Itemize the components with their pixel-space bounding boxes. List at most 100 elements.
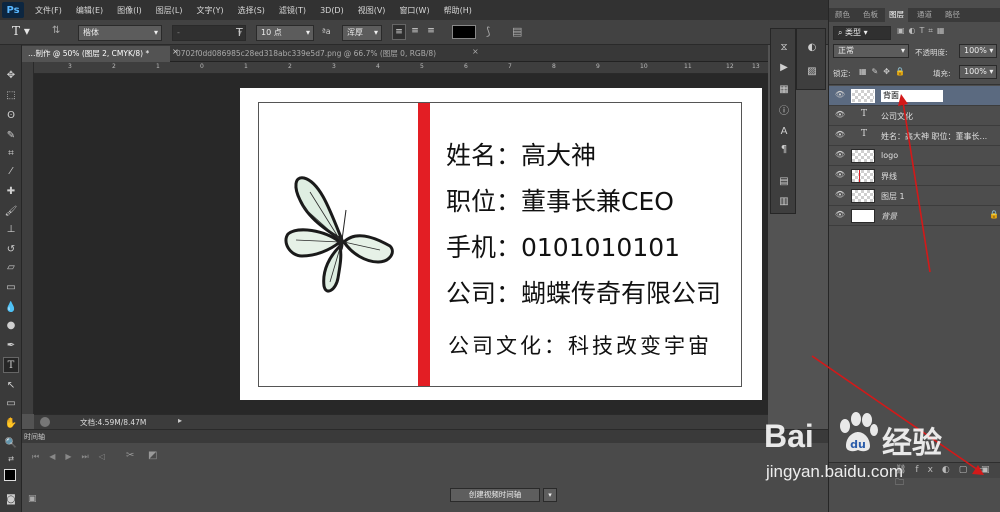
type-tool-icon[interactable]: T bbox=[3, 357, 19, 373]
transition-icon[interactable]: ◩ bbox=[148, 450, 157, 461]
timeline-dropdown-icon[interactable]: ▾ bbox=[543, 488, 557, 502]
menu-filter[interactable]: 滤镜(T) bbox=[272, 5, 313, 16]
menu-edit[interactable]: 编辑(E) bbox=[69, 5, 110, 16]
tab-channels[interactable]: 通道 bbox=[913, 8, 936, 22]
layer-row-layer1[interactable]: 👁 图层 1 bbox=[829, 186, 1000, 206]
opacity-field[interactable]: 100% ▾ bbox=[959, 44, 997, 58]
visibility-eye-icon[interactable]: 👁 bbox=[834, 90, 846, 102]
blur-tool-icon[interactable]: 💧 bbox=[3, 299, 19, 315]
type-tool-icon[interactable]: T ▾ bbox=[12, 24, 42, 40]
gradient-tool-icon[interactable]: ▭ bbox=[3, 279, 19, 295]
tool-presets-icon[interactable]: ▤ bbox=[775, 173, 793, 189]
text-color-swatch[interactable] bbox=[452, 25, 476, 39]
menu-help[interactable]: 帮助(H) bbox=[437, 5, 479, 16]
layer-row-info[interactable]: 👁 T 姓名：高大神 职位：董事长... bbox=[829, 126, 1000, 146]
layer-comps-icon[interactable]: ▥ bbox=[775, 193, 793, 209]
layer-row-boundary[interactable]: 👁 界线 bbox=[829, 166, 1000, 186]
fill-field[interactable]: 100% ▾ bbox=[959, 65, 997, 79]
tab-document-1[interactable]: …制作 @ 50% (图层 2, CMYK/8) * bbox=[22, 46, 170, 62]
menu-select[interactable]: 选择(S) bbox=[231, 5, 272, 16]
layer-thumbnail bbox=[851, 209, 875, 223]
layer-name-edit-field[interactable]: 背面 bbox=[881, 90, 943, 102]
dodge-tool-icon[interactable]: ● bbox=[3, 317, 19, 333]
zoom-tool-icon[interactable]: 🔍 bbox=[3, 435, 19, 451]
font-size-select[interactable]: 10 点 ▾ bbox=[256, 25, 314, 41]
text-layer-icon: T bbox=[860, 109, 867, 119]
timeline-panel: 时间轴 ⏮◀▶⏭◁ ✂ ◩ 创建视频时间轴 ▾ ▣ bbox=[22, 429, 828, 512]
paragraph-panel-icon[interactable]: ¶ bbox=[775, 141, 793, 157]
playback-controls-icon[interactable]: ⏮◀▶⏭◁ bbox=[32, 452, 115, 462]
history-brush-icon[interactable]: ↺ bbox=[3, 241, 19, 257]
blend-mode-select[interactable]: 正常 ▾ bbox=[833, 44, 909, 58]
align-center-icon[interactable]: ≡ bbox=[408, 24, 422, 40]
pen-tool-icon[interactable]: ✒ bbox=[3, 337, 19, 353]
adjustments-panel-icon[interactable]: ◐ bbox=[803, 39, 821, 55]
tab-close-icon[interactable]: × bbox=[472, 47, 479, 56]
paw-logo-icon: du bbox=[840, 412, 878, 452]
brush-tool-icon[interactable]: 🖌 bbox=[3, 203, 19, 219]
create-video-timeline-button[interactable]: 创建视频时间轴 bbox=[450, 488, 540, 502]
antialias-select[interactable]: 浑厚 ▾ bbox=[342, 25, 382, 41]
menu-file[interactable]: 文件(F) bbox=[28, 5, 69, 16]
layer-row-culture[interactable]: 👁 T 公司文化 bbox=[829, 106, 1000, 126]
actions-panel-icon[interactable]: ▶ bbox=[775, 59, 793, 75]
move-tool-icon[interactable]: ✥ bbox=[3, 67, 19, 83]
healing-brush-icon[interactable]: ✚ bbox=[3, 183, 19, 199]
visibility-eye-icon[interactable]: 👁 bbox=[834, 150, 846, 162]
foreground-color-swatch[interactable] bbox=[4, 469, 16, 481]
visibility-eye-icon[interactable]: 👁 bbox=[834, 190, 846, 202]
photoshop-logo: Ps bbox=[2, 2, 24, 18]
info-panel-icon[interactable]: ⓘ bbox=[775, 101, 793, 117]
visibility-eye-icon[interactable]: 👁 bbox=[834, 110, 846, 122]
hand-tool-icon[interactable]: ✋ bbox=[3, 415, 19, 431]
character-panel-icon[interactable]: A bbox=[775, 123, 793, 139]
shape-tool-icon[interactable]: ▭ bbox=[3, 395, 19, 411]
toggle-orientation-icon[interactable]: ⇅ bbox=[52, 25, 66, 39]
align-left-icon[interactable]: ≡ bbox=[392, 24, 406, 40]
font-family-select[interactable]: 楷体 ▾ bbox=[78, 25, 162, 41]
eyedropper-tool-icon[interactable]: ⁄ bbox=[3, 163, 19, 179]
clone-stamp-icon[interactable]: ⊥ bbox=[3, 221, 19, 237]
visibility-eye-icon[interactable]: 👁 bbox=[834, 170, 846, 182]
visibility-eye-icon[interactable]: 👁 bbox=[834, 210, 846, 222]
styles-panel-icon[interactable]: ▨ bbox=[803, 63, 821, 79]
status-menu-arrow-icon[interactable]: ▸ bbox=[178, 416, 182, 425]
layer-row-logo[interactable]: 👁 logo bbox=[829, 146, 1000, 166]
layer-row-back[interactable]: 👁 背面 bbox=[829, 86, 1000, 106]
path-select-icon[interactable]: ↖ bbox=[3, 377, 19, 393]
ruler-tick: 12 bbox=[726, 63, 734, 70]
lock-icons[interactable]: ▦✎✥🔒 bbox=[859, 67, 910, 76]
quick-mask-icon[interactable]: ◙ bbox=[3, 491, 19, 507]
history-panel-icon[interactable]: ⧖ bbox=[775, 39, 793, 55]
quick-select-tool-icon[interactable]: ✎ bbox=[3, 127, 19, 143]
menu-3d[interactable]: 3D(D) bbox=[313, 6, 351, 15]
warp-text-icon[interactable]: ⟆ bbox=[486, 25, 490, 38]
menu-view[interactable]: 视图(V) bbox=[351, 5, 393, 16]
layer-row-background[interactable]: 👁 背景 🔒 bbox=[829, 206, 1000, 226]
layer-filter-select[interactable]: ⌕ 类型 ▾ bbox=[833, 26, 891, 40]
visibility-eye-icon[interactable]: 👁 bbox=[834, 130, 846, 142]
new-layer-icon[interactable]: ▣ bbox=[981, 465, 990, 475]
tab-swatches[interactable]: 色板 bbox=[859, 8, 882, 22]
tab-color[interactable]: 颜色 bbox=[831, 8, 854, 22]
tab-document-2[interactable]: 0702f0dd086985c28ed318abc339e5d7.png @ 6… bbox=[170, 46, 470, 62]
menu-window[interactable]: 窗口(W) bbox=[392, 5, 436, 16]
swap-colors-icon[interactable]: ⇄ bbox=[3, 451, 19, 467]
tab-layers[interactable]: 图层 bbox=[885, 8, 908, 22]
layer-filter-icons[interactable]: ▣◐T⌗▦ bbox=[897, 26, 949, 36]
split-scissors-icon[interactable]: ✂ bbox=[126, 450, 134, 461]
font-style-select[interactable]: - ▾ bbox=[172, 25, 246, 41]
tab-paths[interactable]: 路径 bbox=[941, 8, 964, 22]
status-icon[interactable] bbox=[40, 417, 50, 427]
marquee-tool-icon[interactable]: ⬚ bbox=[3, 87, 19, 103]
properties-panel-icon[interactable]: ▦ bbox=[775, 81, 793, 97]
align-right-icon[interactable]: ≡ bbox=[424, 24, 438, 40]
menu-type[interactable]: 文字(Y) bbox=[189, 5, 230, 16]
character-panel-icon[interactable]: ▤ bbox=[512, 25, 522, 38]
menu-image[interactable]: 图像(I) bbox=[110, 5, 149, 16]
menu-layer[interactable]: 图层(L) bbox=[149, 5, 190, 16]
eraser-tool-icon[interactable]: ▱ bbox=[3, 259, 19, 275]
lasso-tool-icon[interactable]: ʘ bbox=[3, 107, 19, 123]
crop-tool-icon[interactable]: ⌗ bbox=[3, 145, 19, 161]
render-video-icon[interactable]: ▣ bbox=[28, 494, 37, 504]
